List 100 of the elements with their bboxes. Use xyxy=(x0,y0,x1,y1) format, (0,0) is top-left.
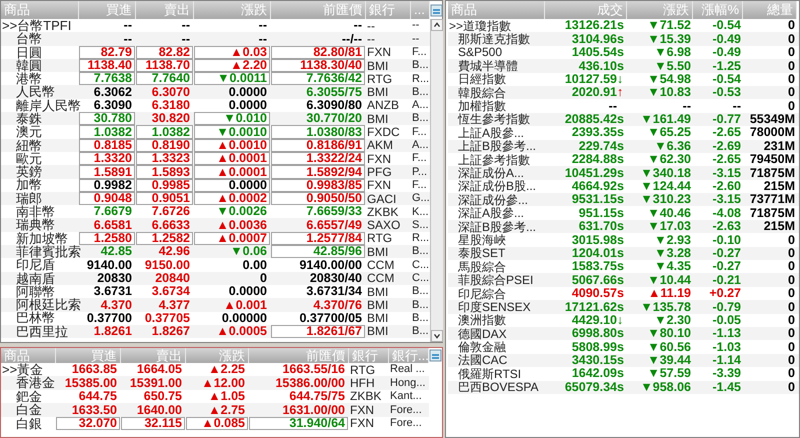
column-header[interactable]: 漲跌 xyxy=(194,1,271,19)
column-settings-icon[interactable] xyxy=(429,349,442,362)
table-cell-text: 澳元 xyxy=(15,125,43,139)
column-header[interactable]: 商品 xyxy=(1,348,56,363)
table-cell-text: RTG xyxy=(366,232,394,246)
table-cell: 1138.30/40 xyxy=(271,58,365,72)
table-cell: 1.8261/67 xyxy=(271,324,365,338)
table-cell: 0.9050/50 xyxy=(271,192,365,206)
table-cell-text: ▲1.05 xyxy=(207,390,246,404)
column-header[interactable]: 漲幅% xyxy=(693,1,743,19)
table-cell-text: 泰股SET xyxy=(457,246,506,260)
table-cell: 82.79 xyxy=(79,46,135,59)
table-cell-text: 4664.92 xyxy=(572,178,617,194)
table-cell-text: 9140.00 xyxy=(86,258,133,272)
table-cell: C... xyxy=(411,272,430,285)
table-cell-text: 0.0000 xyxy=(228,284,268,298)
table-cell-text: ▼10.83 xyxy=(646,86,692,100)
column-header[interactable]: 賣出 xyxy=(136,1,194,19)
table-cell: 1.3322/24 xyxy=(271,152,365,166)
table-cell-text: 巴西里拉 xyxy=(15,324,69,338)
table-cell: ▲0.0002 xyxy=(194,192,270,206)
table-cell-text: 7.6659/33 xyxy=(305,205,363,218)
table-cell-text: GACI xyxy=(366,192,398,206)
table-cell-text: 0.0000 xyxy=(228,85,268,99)
column-header[interactable]: 銀行 xyxy=(349,348,389,363)
table-cell-text: 巴林幣 xyxy=(15,312,56,325)
table-cell-text: ▼310.23 xyxy=(639,193,692,206)
column-header[interactable]: ... xyxy=(411,1,430,19)
table-cell-text: HFH xyxy=(349,376,376,390)
table-cell: 1.0380/83 xyxy=(271,125,365,139)
table-cell-text: 0.00000 xyxy=(220,312,268,325)
column-header[interactable]: 成交 xyxy=(545,1,627,19)
table-cell-text: Fore... xyxy=(389,403,423,417)
table-cell-text: 6.3090 xyxy=(92,98,133,112)
scrollbar[interactable] xyxy=(430,19,443,342)
table-cell-text: ▼6.36 xyxy=(653,140,692,153)
column-header[interactable]: 銀行... xyxy=(389,348,429,363)
table-cell-text: >>黃金 xyxy=(1,363,44,376)
table-cell-text: 3.6731/34 xyxy=(305,284,363,298)
table-cell-text: -- xyxy=(122,19,133,32)
table-cell-text: 9150.00 xyxy=(144,258,191,272)
table-cell-text: -- xyxy=(258,32,268,46)
column-header[interactable]: 商品 xyxy=(448,1,545,19)
table-cell-text: 澳洲指數 xyxy=(457,314,507,327)
table-cell-text: 俄羅斯RTSI xyxy=(457,367,522,381)
table-cell-text: FXDC xyxy=(366,125,401,139)
table-cell-text: 71875M xyxy=(748,166,796,180)
table-cell-text: -1.13 xyxy=(712,326,742,340)
column-header[interactable]: 漲跌 xyxy=(186,348,249,363)
table-cell: 0.8190 xyxy=(136,138,193,152)
table-cell-text: 白銀 xyxy=(15,416,43,430)
column-header[interactable]: 前匯價 xyxy=(271,1,366,19)
table-cell: B... xyxy=(411,324,430,338)
table-cell-text: -1.03 xyxy=(712,340,742,354)
table-cell: 0.9048 xyxy=(79,192,135,206)
table-cell-text: 30.770/20 xyxy=(305,112,363,126)
column-header[interactable]: 買進 xyxy=(56,348,121,363)
table-cell: B... xyxy=(411,245,430,258)
column-header[interactable]: 漲跌 xyxy=(627,1,693,19)
table-cell-text: -1.14 xyxy=(712,354,742,368)
column-header[interactable]: 買進 xyxy=(79,1,136,19)
table-cell-text: ▼17.03 xyxy=(646,220,692,234)
column-header[interactable]: 賣出 xyxy=(121,348,186,363)
table-cell: ▲0.0001 xyxy=(194,152,270,166)
table-cell-text: 英鎊 xyxy=(15,165,43,179)
table-cell-text: BMI xyxy=(366,245,390,258)
table-cell-text: -1.45 xyxy=(712,380,742,394)
table-cell: ▲0.0001 xyxy=(194,165,270,179)
table-cell-text: FXN xyxy=(349,403,375,417)
table-cell-text: -0.77 xyxy=(712,112,742,126)
table-cell: 1.2577/84 xyxy=(271,232,365,246)
table-cell-text: Fore... xyxy=(389,416,423,430)
table-cell-text: 費城半導體 xyxy=(457,59,519,73)
table-cell-text: 上証參考指數 xyxy=(457,152,531,166)
column-settings-icon[interactable] xyxy=(430,4,443,16)
table-cell-text: -4.08 xyxy=(712,206,742,220)
column-header[interactable]: 總量 xyxy=(743,1,797,19)
table-cell-text: 0 xyxy=(787,99,796,113)
table-cell: A... xyxy=(411,138,430,152)
table-cell: 42.85/96 xyxy=(271,245,365,258)
table-cell-text: 台幣 xyxy=(15,32,42,46)
table-cell-text: >>道瓊指數 xyxy=(448,19,512,32)
table-cell-text: 0 xyxy=(787,32,796,46)
table-cell-text: 215M xyxy=(762,180,796,194)
column-header[interactable]: 商品 xyxy=(1,1,79,19)
column-header[interactable]: 銀行 xyxy=(366,1,411,19)
table-cell-text: -2.60 xyxy=(712,180,742,194)
table-cell-text: 0 xyxy=(787,314,796,327)
table-cell-text: BMI xyxy=(366,58,390,72)
table-cell-text: 0.37705 xyxy=(144,312,191,325)
table-cell-text: 0.37700 xyxy=(86,312,133,325)
table-cell-text: BMI xyxy=(366,284,390,298)
table-cell-text: ZKBK xyxy=(349,390,382,404)
table-cell-text: 0 xyxy=(787,19,796,32)
table-cell-text: 0.37700/05 xyxy=(298,312,363,325)
table-cell-text: ▼4.35 xyxy=(653,260,692,274)
column-header[interactable]: 前匯價 xyxy=(249,348,349,363)
table-cell: B... xyxy=(411,85,430,99)
table-cell-text: 6.3055/75 xyxy=(305,85,363,99)
table-cell: B... xyxy=(411,312,430,325)
